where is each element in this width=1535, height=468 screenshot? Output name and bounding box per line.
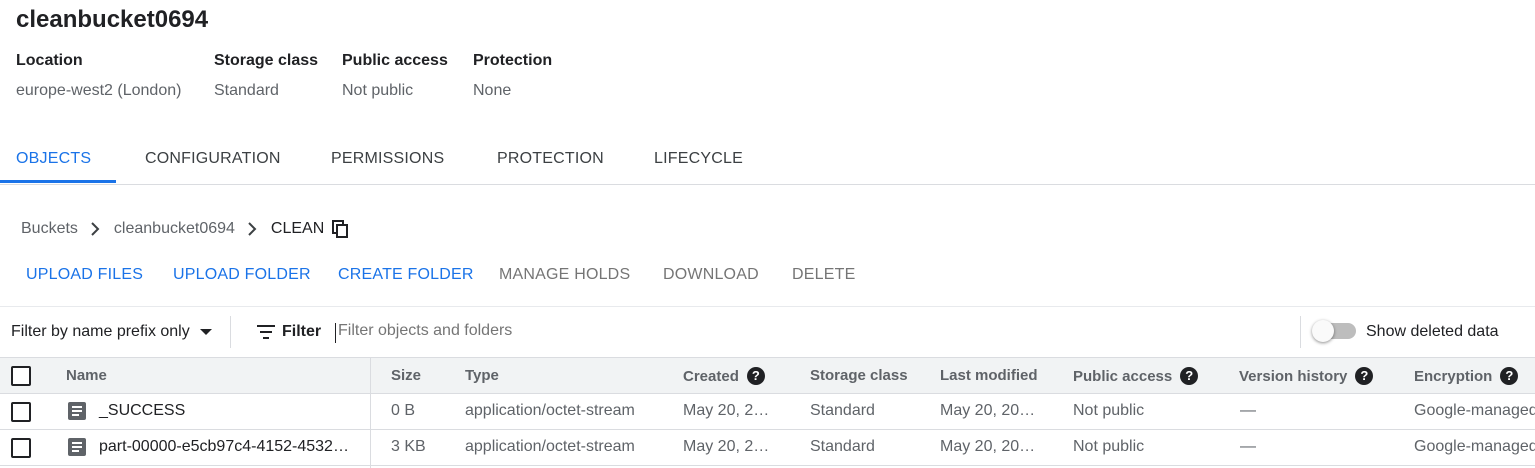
cell-version-history: — (1240, 402, 1256, 419)
divider (1300, 316, 1301, 348)
meta-public-access: Public access Not public (342, 52, 448, 100)
column-label: Created (683, 367, 739, 385)
download-button[interactable]: DOWNLOAD (663, 266, 759, 284)
column-version-history[interactable]: Version history? (1239, 367, 1374, 385)
cell-type: application/octet-stream (465, 438, 635, 455)
cell-size: 0 B (391, 402, 416, 419)
file-icon (68, 402, 86, 420)
column-label: Public access (1073, 367, 1173, 385)
filter-input[interactable] (338, 319, 938, 343)
column-divider (370, 357, 371, 468)
cell-public-access: Not public (1073, 438, 1145, 455)
tab-objects[interactable]: OBJECTS (16, 150, 91, 168)
upload-folder-button[interactable]: UPLOAD FOLDER (173, 266, 311, 284)
row-checkbox[interactable] (11, 438, 31, 458)
row-checkbox[interactable] (11, 402, 31, 422)
help-icon[interactable]: ? (746, 367, 765, 385)
cell-last-modified: May 20, 20… (940, 438, 1036, 455)
cell-type: application/octet-stream (465, 402, 635, 419)
column-type[interactable]: Type (465, 367, 499, 384)
column-label: Storage class (810, 367, 908, 384)
meta-protection: Protection None (473, 52, 552, 100)
filter-bar: Filter by name prefix only Filter Show d… (0, 307, 1535, 357)
column-label: Size (391, 367, 422, 384)
cell-encryption: Google-managed (1414, 402, 1535, 419)
cell-last-modified: May 20, 20… (940, 402, 1036, 419)
cell-version-history: — (1240, 438, 1256, 455)
column-label: Version history (1239, 367, 1348, 385)
table-header: Name Size Type Created? Storage class La… (0, 357, 1535, 394)
meta-location: Location europe-west2 (London) (16, 52, 181, 100)
tab-protection[interactable]: PROTECTION (497, 150, 604, 168)
help-icon[interactable]: ? (1180, 367, 1199, 385)
meta-value: Not public (342, 82, 414, 99)
manage-holds-button[interactable]: MANAGE HOLDS (499, 266, 630, 284)
meta-label: Protection (473, 52, 553, 69)
upload-files-button[interactable]: UPLOAD FILES (26, 266, 143, 284)
meta-value: europe-west2 (London) (16, 82, 182, 99)
column-storage-class[interactable]: Storage class (810, 367, 908, 384)
object-name-link[interactable]: part-00000-e5cb97c4-4152-4532… (99, 438, 349, 456)
object-name-link[interactable]: _SUCCESS (99, 402, 185, 420)
column-label: Encryption (1414, 367, 1493, 385)
divider (230, 316, 231, 348)
column-created[interactable]: Created? (683, 367, 765, 385)
filter-icon[interactable] (257, 325, 275, 339)
column-public-access[interactable]: Public access? (1073, 367, 1199, 385)
delete-button[interactable]: DELETE (792, 266, 855, 284)
column-label: Type (465, 367, 499, 384)
active-tab-indicator (0, 180, 116, 183)
cell-encryption: Google-managed (1414, 438, 1535, 455)
filter-label[interactable]: Filter (282, 323, 321, 341)
cell-storage-class: Standard (810, 402, 875, 419)
table-row[interactable]: part-00000-e5cb97c4-4152-4532… 3 KB appl… (0, 430, 1535, 466)
filter-mode-select[interactable]: Filter by name prefix only (11, 323, 213, 341)
chevron-right-icon (248, 222, 257, 236)
breadcrumb-bucket[interactable]: cleanbucket0694 (114, 220, 235, 238)
cell-storage-class: Standard (810, 438, 875, 455)
table-row[interactable]: _SUCCESS 0 B application/octet-stream Ma… (0, 394, 1535, 430)
dropdown-arrow-icon (200, 329, 213, 335)
column-label: Name (66, 367, 107, 384)
meta-value: Standard (214, 82, 279, 99)
create-folder-button[interactable]: CREATE FOLDER (338, 266, 474, 284)
meta-value: None (473, 82, 512, 99)
cell-created: May 20, 2… (683, 402, 770, 419)
bucket-title: cleanbucket0694 (16, 6, 209, 33)
file-icon (68, 438, 86, 456)
meta-storage-class: Storage class Standard (214, 52, 318, 100)
breadcrumb: Buckets cleanbucket0694 CLEAN (21, 220, 349, 238)
column-size[interactable]: Size (391, 367, 421, 384)
cell-created: May 20, 2… (683, 438, 770, 455)
column-encryption[interactable]: Encryption? (1414, 367, 1519, 385)
select-all-checkbox[interactable] (11, 366, 31, 386)
tab-bar: OBJECTS CONFIGURATION PERMISSIONS PROTEC… (0, 138, 1535, 185)
column-name[interactable]: Name (66, 367, 107, 384)
tab-configuration[interactable]: CONFIGURATION (145, 150, 281, 168)
breadcrumb-buckets[interactable]: Buckets (21, 220, 78, 238)
copy-icon[interactable] (332, 220, 349, 238)
show-deleted-label: Show deleted data (1366, 323, 1499, 340)
column-label: Last modified (940, 367, 1038, 384)
cell-public-access: Not public (1073, 402, 1145, 419)
toggle-knob[interactable] (1312, 320, 1334, 342)
tab-lifecycle[interactable]: LIFECYCLE (654, 150, 743, 168)
filter-mode-label: Filter by name prefix only (11, 323, 190, 340)
breadcrumb-folder: CLEAN (270, 220, 325, 237)
column-last-modified[interactable]: Last modified (940, 367, 1038, 384)
help-icon[interactable]: ? (1355, 367, 1374, 385)
meta-label: Location (16, 52, 83, 69)
meta-label: Public access (342, 52, 448, 69)
chevron-right-icon (91, 222, 100, 236)
cell-size: 3 KB (391, 438, 426, 455)
help-icon[interactable]: ? (1500, 367, 1519, 385)
tab-permissions[interactable]: PERMISSIONS (331, 150, 444, 168)
meta-label: Storage class (214, 52, 319, 69)
text-cursor (335, 323, 336, 343)
